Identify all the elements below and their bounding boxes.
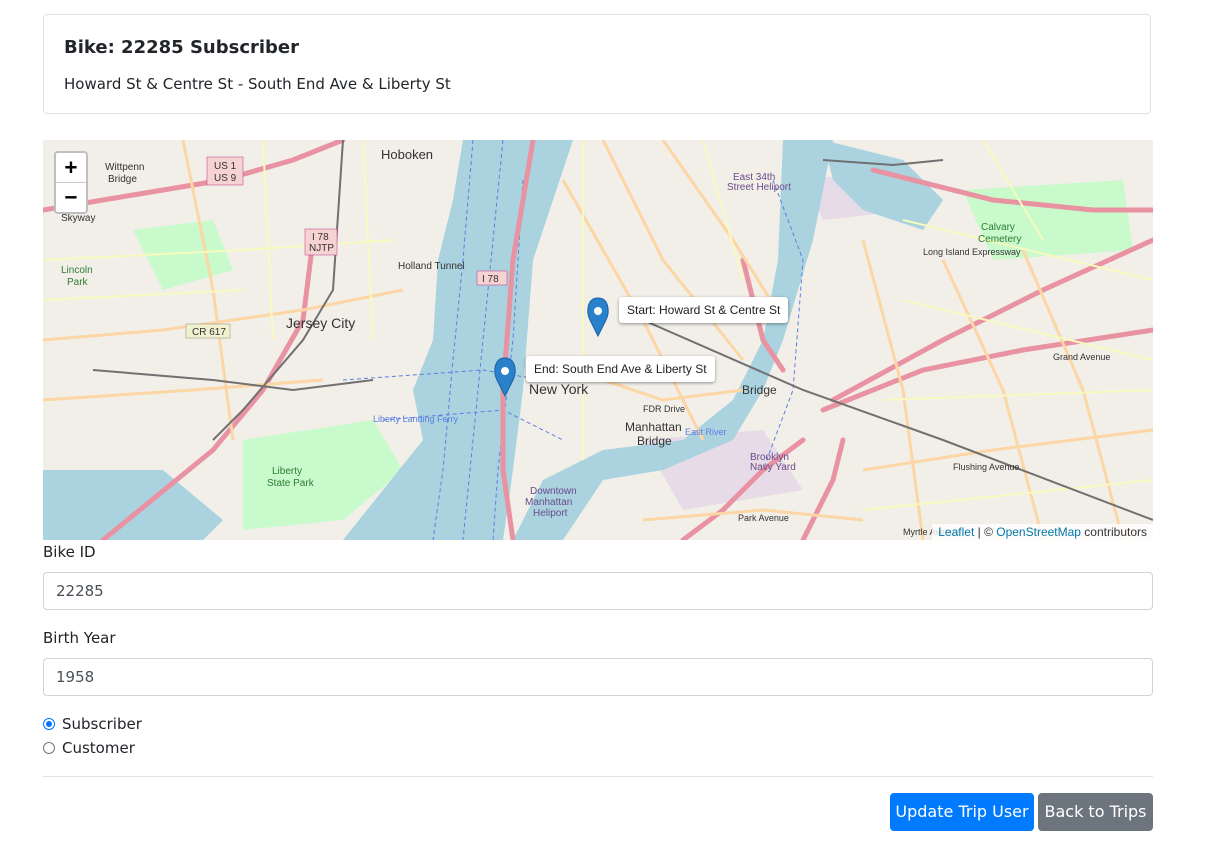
bike-id-label: Bike ID <box>43 543 96 561</box>
customer-label: Customer <box>62 739 135 757</box>
state-park-label: State Park <box>267 478 315 489</box>
subscriber-option[interactable]: Subscriber <box>43 715 142 733</box>
svg-text:CR 617: CR 617 <box>192 327 226 338</box>
new-york-label: New York <box>529 381 589 397</box>
zoom-out-button[interactable]: − <box>56 182 86 212</box>
manhattan-label: Manhattan <box>625 420 682 434</box>
start-tooltip: Start: Howard St & Centre St <box>619 297 789 323</box>
zoom-control: + − <box>54 151 88 214</box>
update-trip-user-button[interactable]: Update Trip User <box>890 793 1034 831</box>
skyway-label: Skyway <box>61 213 95 224</box>
park-ave-label: Park Avenue <box>738 513 789 523</box>
bridge-label: Bridge <box>742 383 777 397</box>
trip-map[interactable]: Hoboken Jersey City New York Manhattan B… <box>43 140 1153 540</box>
back-to-trips-button[interactable]: Back to Trips <box>1038 793 1153 831</box>
customer-radio[interactable] <box>43 742 55 754</box>
bike-id-input[interactable]: 22285 <box>43 572 1153 610</box>
page-title: Bike: 22285 Subscriber <box>64 37 300 58</box>
wittpenn2-label: Bridge <box>108 174 137 185</box>
grand-label: Grand Avenue <box>1053 352 1110 362</box>
lie-label: Long Island Expressway <box>923 247 1021 257</box>
attribution-suffix: contributors <box>1080 525 1147 539</box>
map-tiles: Hoboken Jersey City New York Manhattan B… <box>43 140 1153 540</box>
holland-label: Holland Tunnel <box>398 261 465 272</box>
birth-year-label: Birth Year <box>43 629 116 647</box>
liberty-park-label: Liberty <box>272 466 302 477</box>
flushing-label: Flushing Avenue <box>953 462 1019 472</box>
manhattan-bridge-label: Bridge <box>637 434 672 448</box>
zoom-in-button[interactable]: + <box>56 153 86 182</box>
jersey-city-label: Jersey City <box>286 315 355 331</box>
end-tooltip: End: South End Ave & Liberty St <box>526 356 715 382</box>
navy-yard-label: Navy Yard <box>750 462 796 473</box>
fdr-label: FDR Drive <box>643 404 685 414</box>
ferry-label: Liberty Landing Ferry <box>373 414 459 424</box>
subscriber-radio[interactable] <box>43 718 55 730</box>
lincoln-label: Lincoln <box>61 265 93 276</box>
divider <box>43 776 1153 777</box>
customer-option[interactable]: Customer <box>43 739 135 757</box>
hoboken-label: Hoboken <box>381 147 433 162</box>
svg-text:I 78: I 78 <box>312 232 329 243</box>
map-attribution: Leaflet | © OpenStreetMap contributors <box>932 524 1153 540</box>
e34b-label: Street Heliport <box>727 182 791 193</box>
subscriber-label: Subscriber <box>62 715 142 733</box>
heliport2-label: Heliport <box>533 508 568 519</box>
leaflet-link[interactable]: Leaflet <box>938 525 974 539</box>
downtown-label: Downtown <box>530 486 577 497</box>
calvary-label: Calvary <box>981 222 1015 233</box>
route-subtitle: Howard St & Centre St - South End Ave & … <box>64 75 451 93</box>
svg-text:I 78: I 78 <box>482 274 499 285</box>
osm-link[interactable]: OpenStreetMap <box>996 525 1081 539</box>
birth-year-input[interactable]: 1958 <box>43 658 1153 696</box>
svg-text:US 1: US 1 <box>214 161 237 172</box>
svg-text:US 9: US 9 <box>214 173 237 184</box>
attribution-sep: | © <box>974 525 997 539</box>
cemetery-label: Cemetery <box>978 234 1021 245</box>
wittpenn-label: Wittpenn <box>105 162 144 173</box>
east-river-label: East River <box>685 427 727 437</box>
lincoln2-label: Park <box>67 277 89 288</box>
heliport-label: Manhattan <box>525 497 572 508</box>
svg-text:NJTP: NJTP <box>309 243 334 254</box>
trip-summary-card: Bike: 22285 Subscriber Howard St & Centr… <box>43 14 1151 114</box>
